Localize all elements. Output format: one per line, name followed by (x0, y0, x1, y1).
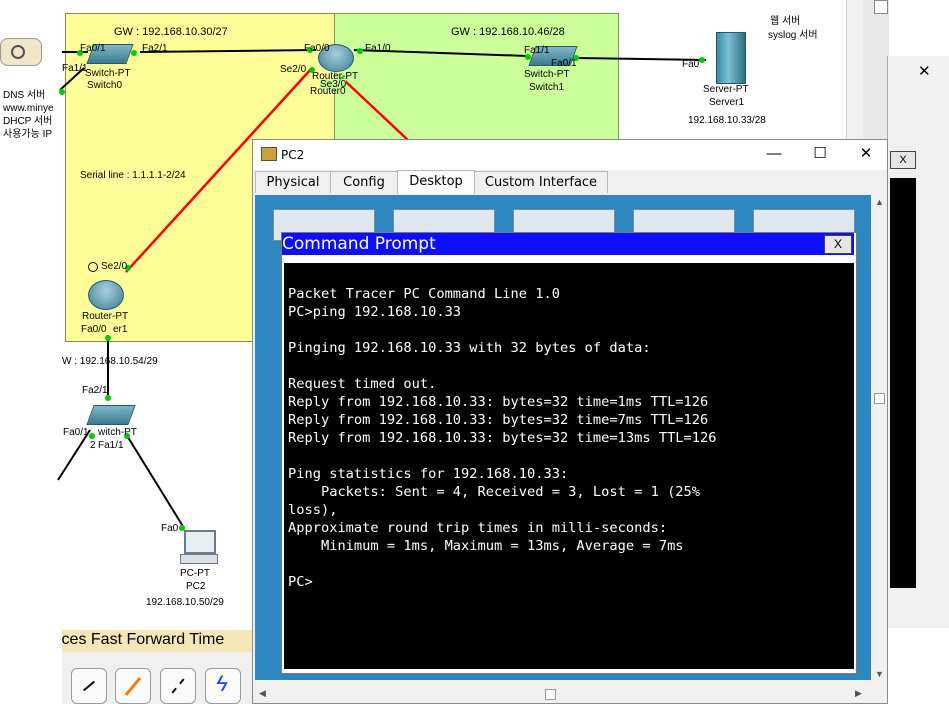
server1-ip: 192.168.10.33/28 (688, 115, 766, 126)
switch0-name: Switch0 (87, 80, 123, 91)
switch2-port-right: Fa1/1 (98, 440, 124, 451)
pc2-icon[interactable] (180, 530, 218, 564)
router1-type: Router-PT (82, 311, 129, 322)
tab-custom-interface[interactable]: Custom Interface (474, 171, 608, 193)
router1-name: er1 (113, 324, 128, 335)
command-prompt-close-button[interactable]: X (824, 235, 852, 254)
serial-line-label: Serial line : 1.1.1.1-2/24 (80, 170, 186, 181)
connection-crossover-tool-button[interactable] (160, 668, 196, 704)
router1-port-fa: Fa0/0 (81, 324, 107, 335)
background-window: ✕ X (887, 56, 949, 628)
server-note-line-2: syslog 서버 (768, 30, 818, 41)
scroll-up-icon[interactable]: ▲ (875, 197, 884, 207)
pc-app-icon (261, 147, 277, 161)
switch1-port-left: Fa1/1 (524, 45, 550, 56)
pc2-name: PC2 (186, 581, 206, 592)
background-window-inner-close[interactable]: X (890, 151, 916, 169)
desktop-horizontal-scrollbar[interactable]: ◀ ▶ (255, 685, 871, 703)
connection-auto-tool-button[interactable] (71, 668, 107, 704)
pc2-window: PC2 — ☐ ✕ Physical Config Desktop Custom… (252, 139, 888, 704)
router1-port-se: Se2/0 (101, 261, 128, 272)
clock-icon (88, 262, 98, 272)
pc2-titlebar[interactable]: PC2 — ☐ ✕ (253, 140, 887, 170)
switch0-port-bottom: Fa1/1 (62, 63, 88, 74)
switch0-port-right: Fa2/1 (142, 43, 168, 54)
gw-label-right: GW : 192.168.10.46/28 (451, 26, 565, 38)
minimize-button[interactable]: — (751, 140, 797, 170)
connection-copper-tool-button[interactable] (115, 668, 151, 704)
router0-port-right: Fa1/0 (365, 43, 391, 54)
switch0-port-left: Fa0/1 (80, 43, 106, 54)
switch2-icon[interactable] (86, 405, 136, 425)
background-checkbox[interactable] (874, 0, 888, 14)
pc2-type: PC-PT (180, 568, 210, 579)
pc2-port: Fa0 (161, 523, 179, 534)
router0-port-left: Fa0/0 (304, 43, 330, 54)
left-info-line-2: www.minye (3, 103, 54, 114)
tab-desktop[interactable]: Desktop (397, 170, 475, 194)
command-prompt-title: Command Prompt (282, 234, 436, 254)
router0-name: Router0 (310, 86, 346, 97)
command-prompt-window: Command Prompt X Packet Tracer PC Comman… (281, 232, 857, 674)
left-info-line-3: DHCP 서버 (3, 116, 53, 127)
server-note-line-1: 웹 서버 (770, 16, 801, 27)
command-prompt-titlebar[interactable]: Command Prompt X (282, 233, 854, 255)
switch2-name-fragment: 2 (90, 440, 96, 451)
server1-type: Server-PT (703, 84, 749, 95)
left-info-line-1: DNS 서버 (3, 90, 46, 101)
background-window-close-button[interactable]: ✕ (918, 62, 931, 80)
background-panel (863, 0, 889, 140)
close-button[interactable]: ✕ (843, 140, 889, 170)
scroll-down-icon[interactable]: ▼ (875, 669, 884, 679)
switch2-port-top: Fa2/1 (82, 385, 108, 396)
server1-icon[interactable] (716, 32, 746, 84)
router1-icon[interactable] (88, 280, 124, 310)
switch2-type: witch-PT (98, 427, 137, 438)
scroll-right-icon[interactable]: ▶ (855, 688, 862, 699)
scroll-thumb[interactable] (874, 393, 885, 404)
terminal-text: Packet Tracer PC Command Line 1.0 PC>pin… (288, 286, 717, 590)
switch0-type: Switch-PT (85, 68, 131, 79)
terminal-output[interactable]: Packet Tracer PC Command Line 1.0 PC>pin… (284, 263, 854, 669)
switch1-port-right: Fa0/1 (551, 58, 577, 69)
switch2-port-left: Fa0/1 (63, 427, 89, 438)
scroll-left-icon[interactable]: ◀ (259, 688, 266, 699)
desktop-vertical-scrollbar[interactable]: ▲ ▼ (871, 193, 887, 683)
pc2-ip: 192.168.10.50/29 (146, 597, 224, 608)
fast-forward-time-label[interactable]: ices Fast Forward Time (62, 631, 224, 649)
h-scroll-thumb[interactable] (545, 689, 556, 700)
server1-name: Server1 (709, 97, 745, 108)
lightning-icon: ϟ (216, 671, 228, 696)
background-terminal (890, 178, 916, 588)
tab-physical[interactable]: Physical (255, 171, 331, 193)
connection-serial-tool-button[interactable]: ϟ (205, 668, 241, 704)
dns-server-fragment-icon[interactable] (0, 38, 42, 66)
server1-port: Fa0 (682, 59, 700, 70)
router0-port-se2: Se2/0 (280, 64, 307, 75)
left-info-line-4: 사용가능 IP (3, 129, 53, 140)
switch1-type: Switch-PT (524, 69, 570, 80)
gw-label-bottom: W : 192.168.10.54/29 (62, 356, 158, 367)
maximize-button[interactable]: ☐ (797, 140, 843, 170)
switch1-name: Switch1 (529, 82, 565, 93)
window-title: PC2 (281, 148, 305, 162)
speed-strip: ices Fast Forward Time (62, 630, 252, 652)
tab-config[interactable]: Config (330, 171, 398, 193)
server-note: 웹 서버 syslog 서버 (766, 14, 826, 42)
background-window-scrollbar[interactable] (918, 176, 934, 606)
gw-label-left: GW : 192.168.10.30/27 (114, 26, 228, 38)
